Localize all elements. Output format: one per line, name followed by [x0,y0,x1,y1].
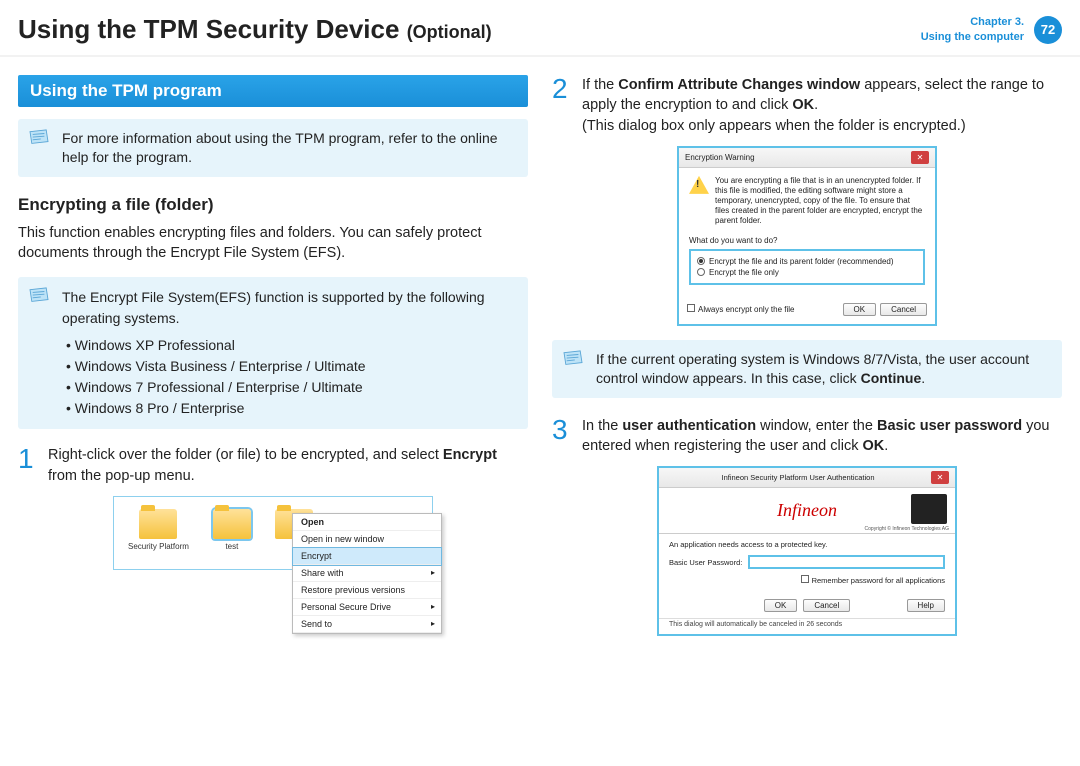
ctx-restore[interactable]: Restore previous versions [293,582,441,599]
dialog-title: Encryption Warning [685,153,755,162]
ctx-psd[interactable]: Personal Secure Drive [293,599,441,616]
chapter-indicator: Chapter 3. Using the computer 72 [921,15,1062,44]
radio-group: Encrypt the file and its parent folder (… [689,249,925,285]
note-text: For more information about using the TPM… [62,130,498,165]
radio-icon [697,257,705,265]
step-1: 1 Right-click over the folder (or file) … [18,445,528,486]
folder-icon [213,509,251,539]
warning-icon [689,176,709,194]
password-input[interactable] [748,555,945,569]
folder-item-selected[interactable]: test [213,509,251,551]
context-menu-screenshot: Security Platform test Open Open in new … [113,496,433,570]
title-optional: (Optional) [407,22,492,42]
chapter-line1: Chapter 3. [921,15,1024,29]
page-header: Using the TPM Security Device (Optional)… [0,0,1080,57]
help-button[interactable]: Help [907,599,945,612]
ok-button[interactable]: OK [843,303,877,316]
ok-button[interactable]: OK [764,599,798,612]
os-item: Windows 7 Professional / Enterprise / Ul… [66,377,516,398]
os-item: Windows 8 Pro / Enterprise [66,398,516,419]
warning-text: You are encrypting a file that is in an … [715,176,925,226]
radio-option-2[interactable]: Encrypt the file only [697,268,917,277]
dialog-title: Infineon Security Platform User Authenti… [722,473,875,482]
info-note: For more information about using the TPM… [18,119,528,177]
step-3: 3 In the user authentication window, ent… [552,416,1062,457]
infineon-auth-dialog: Infineon Security Platform User Authenti… [657,466,957,636]
encryption-warning-dialog: Encryption Warning ✕ You are encrypting … [677,146,937,326]
left-column: Using the TPM program For more informati… [18,75,528,636]
section-banner: Using the TPM program [18,75,528,107]
context-menu: Open Open in new window Encrypt Share wi… [292,513,442,634]
checkbox-icon [801,575,809,583]
step1-pre: Right-click over the folder (or file) to… [48,447,443,463]
ctx-sendto[interactable]: Send to [293,616,441,633]
step-number: 2 [552,75,572,136]
radio-option-1[interactable]: Encrypt the file and its parent folder (… [697,257,917,266]
copyright-text: Copyright © Infineon Technologies AG [865,526,949,532]
checkbox-icon [687,304,695,312]
auto-cancel-note: This dialog will automatically be cancel… [659,618,955,634]
radio-icon [697,268,705,276]
close-icon[interactable]: ✕ [931,471,949,484]
always-checkbox[interactable]: Always encrypt only the file [687,304,795,314]
folder-label: test [225,542,238,551]
body-paragraph: This function enables encrypting files a… [18,223,528,264]
note-icon [28,129,50,147]
os-note-intro: The Encrypt File System(EFS) function is… [62,289,485,326]
dialog-prompt: What do you want to do? [689,236,925,245]
right-column: 2 If the Confirm Attribute Changes windo… [552,75,1062,636]
folder-icon [139,509,177,539]
note-icon [562,350,584,368]
close-icon[interactable]: ✕ [911,151,929,164]
ctx-share[interactable]: Share with [293,565,441,582]
os-item: Windows Vista Business / Enterprise / Ul… [66,356,516,377]
ctx-open-new[interactable]: Open in new window [293,531,441,548]
step-2: 2 If the Confirm Attribute Changes windo… [552,75,1062,136]
step-number: 3 [552,416,572,457]
chapter-line2: Using the computer [921,30,1024,44]
os-item: Windows XP Professional [66,335,516,356]
subheading-encrypting: Encrypting a file (folder) [18,195,528,215]
uac-note: If the current operating system is Windo… [552,340,1062,398]
page-number-badge: 72 [1034,16,1062,44]
title-main: Using the TPM Security Device [18,14,399,44]
cancel-button[interactable]: Cancel [803,599,850,612]
step1-bold: Encrypt [443,447,497,463]
chip-icon [911,494,947,524]
note-icon [28,287,50,305]
os-list: Windows XP Professional Windows Vista Bu… [62,335,516,419]
password-label: Basic User Password: [669,558,742,567]
page-title: Using the TPM Security Device (Optional) [18,14,492,45]
folder-item[interactable]: Security Platform [128,509,189,551]
remember-checkbox[interactable]: Remember password for all applications [669,575,945,585]
ctx-encrypt[interactable]: Encrypt [293,548,441,565]
os-support-note: The Encrypt File System(EFS) function is… [18,277,528,429]
folder-label: Security Platform [128,542,189,551]
infineon-logo: Infineon [777,500,837,521]
ctx-open[interactable]: Open [293,514,441,531]
cancel-button[interactable]: Cancel [880,303,927,316]
auth-message: An application needs access to a protect… [669,540,945,549]
step-number: 1 [18,445,38,486]
step1-post: from the pop-up menu. [48,468,195,484]
